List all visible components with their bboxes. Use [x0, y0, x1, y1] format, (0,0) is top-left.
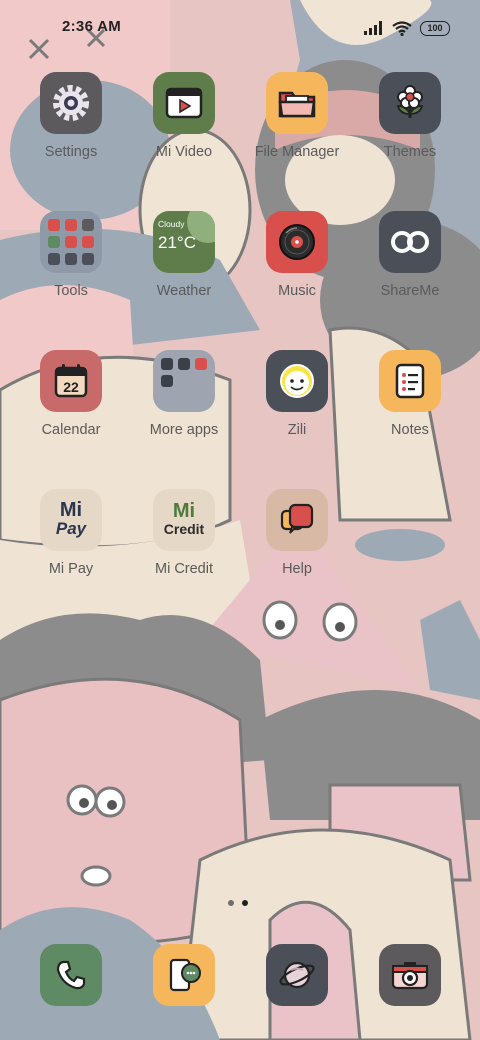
app-weather[interactable]: Cloudy 21°C Weather	[129, 211, 239, 299]
gear-icon	[40, 72, 102, 134]
infinity-icon	[379, 211, 441, 273]
app-notes[interactable]: Notes	[355, 350, 465, 438]
app-label: ShareMe	[380, 283, 440, 299]
dock-browser[interactable]	[242, 944, 352, 1006]
status-bar: 2:36 AM 100	[0, 0, 480, 56]
phone-icon	[40, 944, 102, 1006]
app-label: Music	[278, 283, 316, 299]
app-label: Mi Pay	[48, 561, 94, 577]
mi-pay-logo-icon: Mi Pay	[40, 489, 102, 551]
battery-indicator: 100	[420, 20, 450, 36]
folder-more-apps[interactable]: More apps	[129, 350, 239, 438]
calendar-icon: 22	[40, 350, 102, 412]
app-shareme[interactable]: ShareMe	[355, 211, 465, 299]
dock-phone[interactable]	[16, 944, 126, 1006]
app-music[interactable]: Music	[242, 211, 352, 299]
messaging-icon	[153, 944, 215, 1006]
page-dot-active[interactable]	[242, 900, 248, 906]
app-settings[interactable]: Settings	[16, 72, 126, 160]
flower-icon	[379, 72, 441, 134]
page-dot[interactable]	[228, 900, 234, 906]
weather-widget-icon: Cloudy 21°C	[153, 211, 215, 273]
notepad-icon	[379, 350, 441, 412]
vinyl-record-icon	[266, 211, 328, 273]
app-label: Mi Video	[155, 144, 213, 160]
chat-bubble-icon	[266, 489, 328, 551]
folder-icon	[266, 72, 328, 134]
wifi-icon	[392, 20, 412, 36]
dock-camera[interactable]	[355, 944, 465, 1006]
folder-tools[interactable]: Tools	[16, 211, 126, 299]
page-indicator	[228, 900, 248, 906]
folder-grid-icon	[40, 211, 102, 273]
app-label: File Manager	[254, 144, 340, 160]
app-calendar[interactable]: 22 Calendar	[16, 350, 126, 438]
app-label: Zili	[287, 422, 307, 438]
app-themes[interactable]: Themes	[355, 72, 465, 160]
app-label: Weather	[156, 283, 212, 299]
camera-icon	[379, 944, 441, 1006]
mi-credit-logo-icon: Mi Credit	[153, 489, 215, 551]
app-mi-video[interactable]: Mi Video	[129, 72, 239, 160]
video-player-icon	[153, 72, 215, 134]
signal-icon	[364, 21, 382, 35]
status-time: 2:36 AM	[62, 18, 122, 35]
app-mi-credit[interactable]: Mi Credit Mi Credit	[129, 489, 239, 577]
smiley-face-icon	[266, 350, 328, 412]
app-label: Help	[282, 561, 312, 577]
app-label: Mi Credit	[154, 561, 213, 577]
app-label: Settings	[44, 144, 98, 160]
app-label: More apps	[149, 422, 219, 438]
planet-icon	[266, 944, 328, 1006]
app-help[interactable]: Help	[242, 489, 352, 577]
app-mi-pay[interactable]: Mi Pay Mi Pay	[16, 489, 126, 577]
dock-messaging[interactable]	[129, 944, 239, 1006]
app-zili[interactable]: Zili	[242, 350, 352, 438]
app-file-manager[interactable]: File Manager	[242, 72, 352, 160]
folder-grid-icon	[153, 350, 215, 412]
app-label: Calendar	[41, 422, 101, 438]
app-label: Themes	[383, 144, 437, 160]
app-label: Notes	[391, 422, 429, 438]
weather-condition: Cloudy	[158, 219, 185, 229]
calendar-day: 22	[63, 379, 79, 395]
weather-temperature: 21°C	[158, 233, 196, 252]
app-label: Tools	[54, 283, 88, 299]
